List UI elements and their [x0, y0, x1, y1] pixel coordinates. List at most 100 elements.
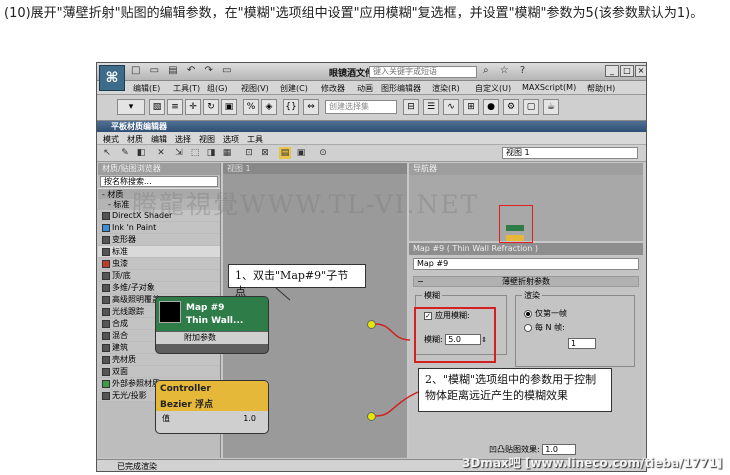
material-item-label: 多维/子对象	[112, 283, 155, 292]
show-background-icon[interactable]: ▦	[221, 147, 233, 159]
render-icon[interactable]: ☕	[543, 99, 559, 115]
layout-all-icon[interactable]: ⊡	[243, 147, 255, 159]
named-selection-set[interactable]: 创建选择集	[325, 100, 397, 114]
delete-icon[interactable]: ✕	[155, 147, 167, 159]
material-editor-icon[interactable]: ●	[483, 99, 499, 115]
menu-modifiers[interactable]: 修改器	[321, 83, 345, 94]
controller-value[interactable]: 1.0	[243, 412, 256, 426]
controller-output-port[interactable]	[367, 412, 376, 421]
menu-maxscript[interactable]: MAXScript(M)	[522, 83, 576, 92]
parameter-editor-icon[interactable]: ▣	[295, 147, 307, 159]
menu-customize[interactable]: 自定义(U)	[475, 83, 511, 94]
select-tool-icon[interactable]: ↖	[101, 147, 113, 159]
slate-menu-view[interactable]: 视图	[199, 134, 215, 145]
view-select-dropdown[interactable]: 视图 1	[502, 147, 638, 159]
material-swatch-icon	[102, 308, 110, 316]
site-watermark: 3Dmax吧 [www.lineco.com/tieba/1771]	[462, 456, 723, 470]
material-map-browser-icon[interactable]: ▤	[279, 147, 291, 159]
browser-search-input[interactable]: 按名称搜索...	[100, 176, 218, 187]
slate-menu-utilities[interactable]: 工具	[247, 134, 263, 145]
materials-group-header[interactable]: - 材质	[98, 188, 220, 199]
menu-animation[interactable]: 动画	[357, 83, 373, 94]
slate-menu-material[interactable]: 材质	[127, 134, 143, 145]
material-item-label: 变形器	[112, 235, 136, 244]
material-list-item[interactable]: 双面	[98, 366, 220, 378]
max-logo-icon[interactable]: ⌘	[99, 65, 125, 91]
every-n-radio[interactable]	[524, 323, 532, 332]
move-icon[interactable]: ✛	[185, 99, 201, 115]
menu-help[interactable]: 帮助(H)	[587, 83, 615, 94]
minimize-button[interactable]: _	[605, 65, 619, 77]
material-list-item[interactable]: Ink 'n Paint	[98, 222, 220, 234]
additional-params-label[interactable]: 附加参数	[156, 332, 268, 344]
close-button[interactable]: ×	[635, 65, 646, 77]
navigator-ctrl-node	[506, 235, 524, 241]
material-swatch-icon	[102, 236, 110, 244]
controller-value-row: 值 1.0	[156, 412, 268, 426]
first-frame-label: 仅第一帧	[535, 309, 567, 318]
material-swatch-icon	[102, 224, 110, 232]
quick-access-toolbar[interactable]: □ ▭ ▤ ↶ ↷ ▭	[131, 65, 234, 76]
callout-one: 1、双击"Map#9"子节点	[228, 264, 366, 298]
menu-graph-editors[interactable]: 图形编辑器	[381, 83, 421, 94]
material-list-item[interactable]: 壳材质	[98, 354, 220, 366]
show-map-icon[interactable]: ◨	[205, 147, 217, 159]
standard-subgroup-header[interactable]: - 标准	[98, 199, 220, 210]
edit-named-sets-icon[interactable]: {}	[283, 99, 299, 115]
schematic-icon[interactable]: ⊞	[463, 99, 479, 115]
render-setup-icon[interactable]: ⚙	[503, 99, 519, 115]
material-list-item[interactable]: 多维/子对象	[98, 282, 220, 294]
controller-node[interactable]: Controller Bezier 浮点 值 1.0	[155, 380, 269, 434]
info-center-icons[interactable]: ⌕ ☆ ?	[483, 65, 529, 76]
menu-edit[interactable]: 编辑(E)	[133, 83, 160, 94]
every-n-row: 每 N 帧:	[524, 322, 565, 333]
menu-group[interactable]: 组(G)	[207, 83, 227, 94]
map9-output-port[interactable]	[367, 320, 376, 329]
curve-editor-icon[interactable]: ∿	[443, 99, 459, 115]
material-swatch-icon	[102, 356, 110, 364]
render-frame-icon[interactable]: ▢	[523, 99, 539, 115]
select-object-icon[interactable]: ▧	[149, 99, 165, 115]
assign-material-icon[interactable]: ◧	[135, 147, 147, 159]
selection-filter-dropdown[interactable]: ▾	[117, 99, 145, 115]
align-icon[interactable]: ⊟	[403, 99, 419, 115]
navigator-view[interactable]	[409, 175, 643, 243]
rotate-icon[interactable]: ↻	[203, 99, 219, 115]
help-search-input[interactable]: 键入关键字或短语	[369, 66, 477, 78]
material-swatch-icon	[102, 320, 110, 328]
view-tab[interactable]: 视图 1	[223, 163, 407, 174]
select-by-material-icon[interactable]: ⊙	[317, 147, 329, 159]
rollout-header[interactable]: − 薄壁折射参数	[413, 276, 639, 287]
menu-views[interactable]: 视图(V)	[241, 83, 269, 94]
unique-icon[interactable]: ⬚	[189, 147, 201, 159]
menu-tools[interactable]: 工具(T)	[173, 83, 200, 94]
spinner-snap-icon[interactable]: ◈	[261, 99, 277, 115]
layout-children-icon[interactable]: ⊠	[259, 147, 271, 159]
slate-menu-options[interactable]: 选项	[223, 134, 239, 145]
maximize-button[interactable]: □	[620, 65, 634, 77]
menu-rendering[interactable]: 渲染(R)	[432, 83, 460, 94]
material-list-item[interactable]: DirectX Shader	[98, 210, 220, 222]
material-item-label: 合成	[112, 319, 128, 328]
scale-icon[interactable]: ▣	[221, 99, 237, 115]
map-name-field[interactable]: Map #9	[413, 258, 639, 270]
move-children-icon[interactable]: ⇲	[173, 147, 185, 159]
slate-menu-modes[interactable]: 模式	[103, 134, 119, 145]
slate-menu-select[interactable]: 选择	[175, 134, 191, 145]
material-swatch-icon	[102, 392, 110, 400]
slate-menu-edit[interactable]: 编辑	[151, 134, 167, 145]
material-list-item[interactable]: 虫漆	[98, 258, 220, 270]
map9-node[interactable]: Map #9 Thin Wall... 附加参数	[155, 296, 269, 354]
pick-material-icon[interactable]: ✎	[119, 147, 131, 159]
material-list-item[interactable]: 顶/底	[98, 270, 220, 282]
mirror-icon[interactable]: ⇔	[303, 99, 319, 115]
material-list-item[interactable]: 变形器	[98, 234, 220, 246]
n-frames-spinner[interactable]: 1	[568, 338, 596, 349]
material-list-item[interactable]: 标准	[98, 246, 220, 258]
first-frame-radio[interactable]	[524, 309, 532, 318]
layer-icon[interactable]: ☰	[423, 99, 439, 115]
snap-icon[interactable]: %	[243, 99, 259, 115]
select-by-name-icon[interactable]: ≡	[167, 99, 183, 115]
menu-create[interactable]: 创建(C)	[280, 83, 308, 94]
material-item-label: 顶/底	[112, 271, 131, 280]
